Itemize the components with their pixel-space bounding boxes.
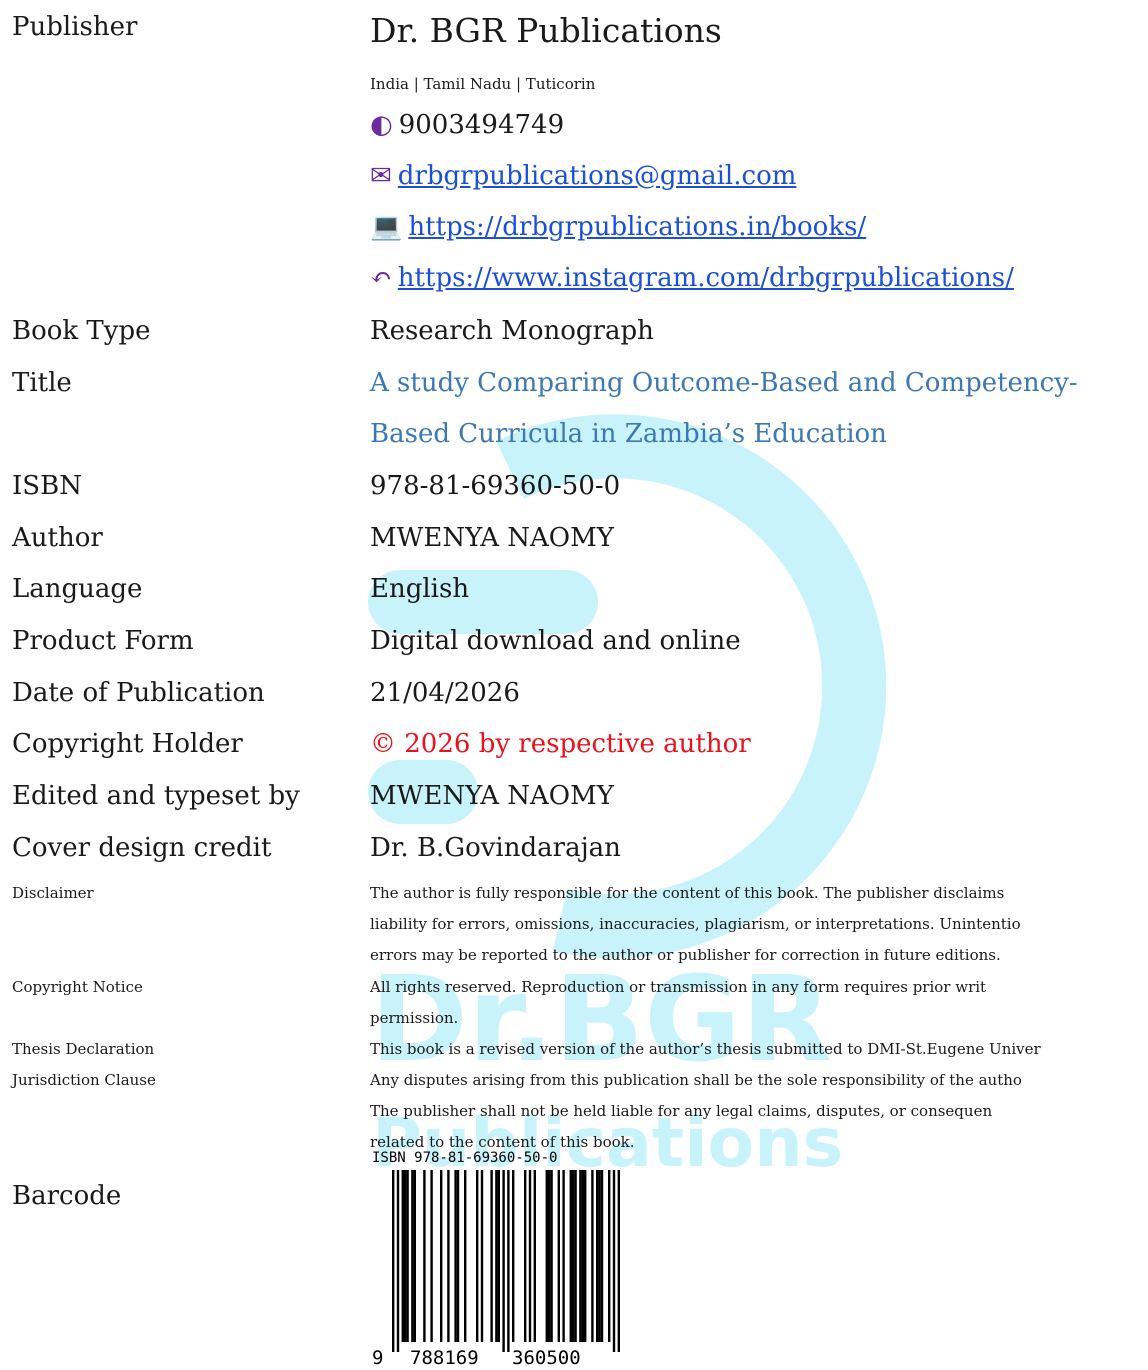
- barcode-bar: [401, 1170, 404, 1342]
- barcode-bar: [600, 1170, 604, 1342]
- book-type-label: Book Type: [12, 316, 151, 346]
- barcode-bar: [528, 1170, 532, 1342]
- disclaimer-line: The author is fully responsible for the …: [370, 884, 1005, 902]
- barcode-bar: [497, 1170, 500, 1342]
- isbn-value: 978-81-69360-50-0: [370, 471, 621, 501]
- barcode-bar: [550, 1170, 553, 1342]
- book-type-value: Research Monograph: [370, 316, 654, 346]
- barcode-label: Barcode: [12, 1181, 122, 1211]
- barcode-bar: [596, 1170, 599, 1342]
- publisher-website-row: 💻 https://drbgrpublications.in/books/: [370, 214, 866, 240]
- thesis-declaration-label: Thesis Declaration: [12, 1040, 155, 1058]
- barcode-bar: [447, 1170, 450, 1342]
- publisher-phone-row: ◐ 9003494749: [370, 112, 564, 138]
- barcode-bar: [548, 1170, 551, 1342]
- publisher-email-link[interactable]: drbgrpublications@gmail.com: [398, 161, 797, 191]
- jurisdiction-label: Jurisdiction Clause: [12, 1071, 156, 1089]
- title-value-line1: A study Comparing Outcome-Based and Comp…: [370, 368, 1078, 398]
- barcode-bar: [598, 1170, 601, 1342]
- barcode-bar: [406, 1170, 409, 1342]
- date-value: 21/04/2026: [370, 678, 520, 708]
- product-form-value: Digital download and online: [370, 626, 741, 656]
- barcode-bar: [476, 1170, 479, 1342]
- barcode-bar: [423, 1170, 426, 1342]
- barcode-bar: [430, 1170, 433, 1342]
- isbn-label: ISBN: [12, 471, 82, 501]
- copyright-notice-line: All rights reserved. Reproduction or tra…: [370, 978, 987, 996]
- barcode-bar: [574, 1170, 577, 1342]
- envelope-icon: ✉: [370, 161, 392, 191]
- cover-credit-label: Cover design credit: [12, 833, 272, 863]
- edited-by-value: MWENYA NAOMY: [370, 781, 614, 811]
- publisher-phone: 9003494749: [398, 110, 565, 140]
- title-value-line2: Based Curricula in Zambia’s Education: [370, 419, 887, 449]
- laptop-icon: 💻: [370, 212, 403, 242]
- mouse-icon: ↶: [370, 263, 392, 293]
- copyright-notice-line: permission.: [370, 1009, 459, 1027]
- disclaimer-line: liability for errors, omissions, inaccur…: [370, 915, 1021, 933]
- barcode-bar: [533, 1170, 536, 1342]
- barcode-bar: [545, 1170, 548, 1342]
- copyright-holder-value: © 2026 by respective author: [370, 729, 751, 759]
- barcode-bar: [454, 1170, 457, 1342]
- language-value: English: [370, 574, 470, 604]
- barcode-bar: [512, 1170, 515, 1342]
- jurisdiction-line: The publisher shall not be held liable f…: [370, 1102, 993, 1120]
- product-form-label: Product Form: [12, 626, 194, 656]
- barcode-first-digit: 9: [372, 1347, 383, 1369]
- barcode-bar: [557, 1170, 560, 1342]
- title-label: Title: [12, 368, 72, 398]
- barcode-guard-bar: [392, 1170, 395, 1352]
- publisher-name: Dr. BGR Publications: [370, 11, 722, 50]
- barcode-bar: [464, 1170, 467, 1342]
- date-label: Date of Publication: [12, 678, 265, 708]
- disclaimer-label: Disclaimer: [12, 884, 94, 902]
- barcode-bar: [480, 1170, 484, 1342]
- barcode-bar: [584, 1170, 587, 1342]
- barcode-right-digits: 360500: [512, 1347, 581, 1369]
- thesis-declaration-line: This book is a revised version of the au…: [370, 1040, 1041, 1058]
- language-label: Language: [12, 574, 143, 604]
- barcode-guard-bar: [502, 1170, 505, 1352]
- barcode-guard-bar: [617, 1170, 620, 1352]
- barcode-bar: [524, 1170, 527, 1342]
- barcode-bar: [440, 1170, 443, 1342]
- author-value: MWENYA NAOMY: [370, 523, 614, 553]
- edited-by-label: Edited and typeset by: [12, 781, 300, 811]
- barcode-bar: [495, 1170, 498, 1342]
- barcode-bar: [404, 1170, 407, 1342]
- barcode-bar: [608, 1170, 611, 1342]
- publisher-email-row: ✉ drbgrpublications@gmail.com: [370, 163, 796, 189]
- jurisdiction-line: Any disputes arising from this publicati…: [370, 1071, 1022, 1089]
- barcode-bar: [591, 1170, 594, 1342]
- publisher-label: Publisher: [12, 12, 138, 42]
- publisher-instagram-link[interactable]: https://www.instagram.com/drbgrpublicati…: [398, 263, 1014, 293]
- copyright-notice-label: Copyright Notice: [12, 978, 143, 996]
- cover-credit-value: Dr. B.Govindarajan: [370, 833, 621, 863]
- barcode-image: ISBN 978-81-69360-50-0 9 788169 360500: [372, 1150, 620, 1369]
- barcode-bar: [562, 1170, 565, 1342]
- book-imprint-page: Publisher Dr. BGR Publications India | T…: [0, 0, 1148, 1369]
- barcode-guard-bar: [612, 1170, 616, 1352]
- author-label: Author: [12, 523, 103, 553]
- barcode-bar: [411, 1170, 414, 1342]
- barcode-guard-bar: [507, 1170, 510, 1352]
- disclaimer-line: errors may be reported to the author or …: [370, 946, 1001, 964]
- copyright-holder-label: Copyright Holder: [12, 729, 243, 759]
- publisher-location: India | Tamil Nadu | Tuticorin: [370, 75, 596, 93]
- barcode-bar: [572, 1170, 575, 1342]
- publisher-website-link[interactable]: https://drbgrpublications.in/books/: [408, 212, 866, 242]
- barcode-left-digits: 788169: [410, 1347, 479, 1369]
- phone-icon: ◐: [370, 110, 393, 140]
- barcode-bar: [569, 1170, 572, 1342]
- barcode-bar: [456, 1170, 460, 1342]
- publisher-instagram-row: ↶ https://www.instagram.com/drbgrpublicat…: [370, 265, 1014, 291]
- barcode-guard-bar: [396, 1170, 400, 1352]
- barcode-bar: [413, 1170, 416, 1342]
- barcode-bars: [392, 1170, 620, 1352]
- barcode-isbn-text: ISBN 978-81-69360-50-0: [372, 1150, 557, 1166]
- barcode-bar: [579, 1170, 582, 1342]
- barcode-bar: [581, 1170, 584, 1342]
- barcode-bar: [490, 1170, 493, 1342]
